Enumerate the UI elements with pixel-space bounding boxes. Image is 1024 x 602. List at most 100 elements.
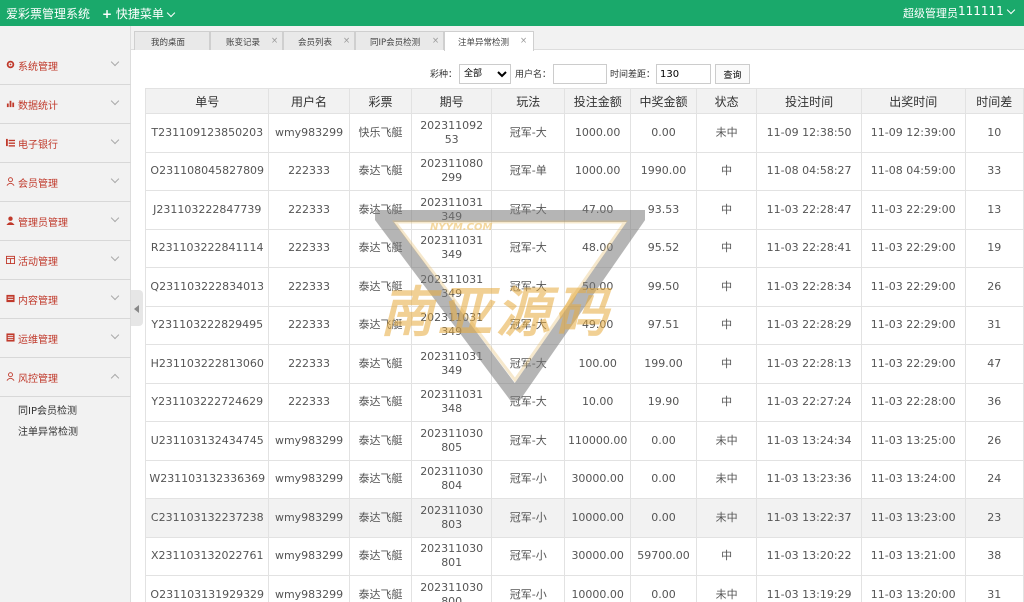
table-row[interactable]: O231103131929329 wmy983299 泰达飞艇 20231103080…	[144, 575, 1024, 602]
sidebar-item-system[interactable]: 系统管理	[0, 46, 131, 85]
bet-amount-cell: 47.00	[564, 190, 631, 230]
table-header-row: 单号 用户名 彩票 期号 玩法 投注金额 中奖金额 状态 投注时间 出奖时间 时间差	[144, 88, 1024, 114]
status-cell: 中	[696, 344, 758, 384]
win-amount-cell: 1990.00	[629, 151, 698, 191]
sidebar-subitem-bet-anomaly[interactable]: 注单异常检测	[0, 419, 131, 439]
table-row[interactable]: T231109123850203 wmy983299 快乐飞艇 20231109253…	[144, 113, 1024, 153]
username-cell: 222333	[268, 344, 350, 384]
table-row[interactable]: J231103222847739 222333 泰达飞艇 202311031349 冠军…	[144, 190, 1024, 230]
win-amount-cell: 95.52	[629, 228, 698, 268]
table-row[interactable]: Q231103222834013 222333 泰达飞艇 202311031349 冠军…	[144, 267, 1024, 307]
lottery-cell: 泰达飞艇	[348, 421, 413, 461]
sidebar-item-label: 会员管理	[18, 179, 58, 190]
app-title: 爱彩票管理系统	[6, 7, 91, 21]
quick-menu-button[interactable]: + 快捷菜单	[102, 5, 176, 22]
bet-time-cell: 11-03 22:28:47	[756, 190, 862, 230]
close-icon[interactable]: ×	[432, 36, 439, 46]
lottery-cell: 泰达飞艇	[348, 228, 413, 268]
table-row[interactable]: O231108045827809 222333 泰达飞艇 202311080299 冠军…	[144, 151, 1024, 191]
bet-time-cell: 11-03 13:22:37	[756, 498, 862, 538]
sidebar-item-bank[interactable]: 电子银行	[0, 124, 131, 163]
lottery-cell: 泰达飞艇	[348, 190, 413, 230]
username-cell: 222333	[268, 305, 350, 345]
sidebar-item-label: 电子银行	[18, 140, 58, 151]
period-cell: 202311030804	[411, 459, 493, 499]
timediff-input[interactable]	[656, 64, 711, 84]
sidebar-item-activity[interactable]: 活动管理	[0, 241, 131, 280]
status-cell: 中	[696, 228, 758, 268]
bet-amount-cell: 48.00	[564, 228, 631, 268]
table-row[interactable]: Y231103222829495 222333 泰达飞艇 202311031349 冠军…	[144, 305, 1024, 345]
sidebar-item-ops[interactable]: 运维管理	[0, 319, 131, 358]
tab-bet-anomaly[interactable]: 注单异常检测 ×	[444, 31, 534, 51]
play-cell: 冠军-单	[491, 151, 566, 191]
order-id-cell: Y231103222724629	[144, 382, 270, 422]
chevron-up-icon	[110, 373, 120, 383]
sidebar-item-admins[interactable]: 管理员管理	[0, 202, 131, 241]
order-id-cell: J231103222847739	[144, 190, 270, 230]
lottery-cell: 泰达飞艇	[348, 536, 413, 576]
tab-balance-records[interactable]: 账变记录 ×	[210, 31, 283, 50]
tab-desktop[interactable]: 我的桌面	[134, 31, 210, 50]
table-row[interactable]: X231103132022761 wmy983299 泰达飞艇 20231103080…	[144, 536, 1024, 576]
win-amount-cell: 97.51	[629, 305, 698, 345]
status-cell: 中	[696, 190, 758, 230]
username-cell: 222333	[268, 267, 350, 307]
win-amount-cell: 0.00	[629, 459, 698, 499]
time-diff-cell: 19	[964, 228, 1024, 268]
tab-member-list[interactable]: 会员列表 ×	[283, 31, 355, 50]
close-icon[interactable]: ×	[520, 36, 527, 46]
play-cell: 冠军-大	[491, 305, 566, 345]
table-row[interactable]: R231103222841114 222333 泰达飞艇 202311031349 冠军…	[144, 228, 1024, 268]
search-button[interactable]: 查询	[715, 64, 750, 84]
lottery-select[interactable]: 全部	[459, 64, 511, 84]
tab-same-ip[interactable]: 同IP会员检测 ×	[355, 31, 444, 50]
sidebar-item-members[interactable]: 会员管理	[0, 163, 131, 202]
admin-user-menu[interactable]: 111111	[958, 4, 1016, 18]
status-cell: 未中	[696, 459, 758, 499]
bet-amount-cell: 110000.00	[564, 421, 631, 461]
table-row[interactable]: H231103222813060 222333 泰达飞艇 202311031349 冠军…	[144, 344, 1024, 384]
sidebar-item-stats[interactable]: 数据统计	[0, 85, 131, 124]
draw-time-cell: 11-03 22:29:00	[860, 344, 966, 384]
period-cell: 202311030803	[411, 498, 493, 538]
sidebar-collapse-handle[interactable]	[131, 290, 143, 326]
draw-time-cell: 11-03 22:29:00	[860, 228, 966, 268]
order-id-cell: O231108045827809	[144, 151, 270, 191]
win-amount-cell: 0.00	[629, 421, 698, 461]
sidebar-item-risk[interactable]: 风控管理	[0, 358, 131, 397]
bet-time-cell: 11-03 22:28:41	[756, 228, 862, 268]
bet-time-cell: 11-03 22:28:29	[756, 305, 862, 345]
order-id-cell: T231109123850203	[144, 113, 270, 153]
play-cell: 冠军-大	[491, 190, 566, 230]
sidebar-item-content[interactable]: 内容管理	[0, 280, 131, 319]
col-time-diff-header: 时间差	[964, 88, 1024, 114]
username-cell: 222333	[268, 190, 350, 230]
tab-label: 会员列表	[298, 38, 333, 48]
col-status-header: 状态	[696, 88, 758, 114]
close-icon[interactable]: ×	[343, 36, 350, 46]
draw-time-cell: 11-03 13:23:00	[860, 498, 966, 538]
order-id-cell: H231103222813060	[144, 344, 270, 384]
timediff-label: 时间差距：	[610, 70, 656, 80]
draw-time-cell: 11-03 22:29:00	[860, 190, 966, 230]
table-row[interactable]: C231103132237238 wmy983299 泰达飞艇 20231103080…	[144, 498, 1024, 538]
sidebar-item-label: 系统管理	[18, 62, 58, 73]
username-cell: wmy983299	[268, 498, 350, 538]
play-cell: 冠军-大	[491, 344, 566, 384]
close-icon[interactable]: ×	[271, 36, 278, 46]
win-amount-cell: 59700.00	[629, 536, 698, 576]
username-input[interactable]	[553, 64, 607, 84]
status-cell: 中	[696, 267, 758, 307]
username-cell: 222333	[268, 228, 350, 268]
bet-time-cell: 11-03 22:28:13	[756, 344, 862, 384]
plus-icon: +	[102, 7, 113, 21]
quick-menu-label: 快捷菜单	[115, 7, 164, 21]
sidebar-subitem-same-ip[interactable]: 同IP会员检测	[0, 398, 131, 418]
table-row[interactable]: W231103132336369 wmy983299 泰达飞艇 20231103080…	[144, 459, 1024, 499]
admin-role: 超级管理员	[903, 7, 958, 20]
period-cell: 202311031349	[411, 267, 493, 307]
table-row[interactable]: U231103132434745 wmy983299 泰达飞艇 20231103080…	[144, 421, 1024, 461]
status-cell: 未中	[696, 575, 758, 602]
table-row[interactable]: Y231103222724629 222333 泰达飞艇 202311031348 冠军…	[144, 382, 1024, 422]
